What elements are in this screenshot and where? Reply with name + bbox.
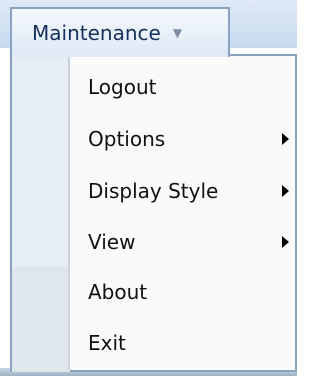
menu-item-label: Display Style — [88, 179, 219, 203]
menu-item-label: Logout — [88, 75, 157, 99]
menu-item-exit[interactable]: Exit — [70, 318, 295, 368]
icon-column-shade — [12, 266, 70, 372]
submenu-arrow-icon — [282, 133, 289, 145]
menu-title: Maintenance — [32, 21, 161, 45]
maintenance-menu-header[interactable]: Maintenance ▼ — [10, 7, 230, 57]
menu-item-label: Options — [88, 127, 166, 151]
menu-item-options[interactable]: Options — [70, 114, 295, 164]
menu-item-view[interactable]: View — [70, 217, 295, 267]
menu-icon-column — [12, 56, 70, 372]
menu-item-label: View — [88, 230, 136, 254]
maintenance-dropdown-menu: Logout Options Display Style View About … — [10, 54, 297, 372]
menu-item-logout[interactable]: Logout — [70, 62, 295, 112]
chevron-down-icon: ▼ — [172, 26, 183, 40]
menu-item-label: About — [88, 280, 148, 304]
submenu-arrow-icon — [282, 236, 289, 248]
menu-item-label: Exit — [88, 331, 126, 355]
menu-item-display-style[interactable]: Display Style — [70, 166, 295, 216]
menu-item-about[interactable]: About — [70, 267, 295, 317]
submenu-arrow-icon — [282, 185, 289, 197]
